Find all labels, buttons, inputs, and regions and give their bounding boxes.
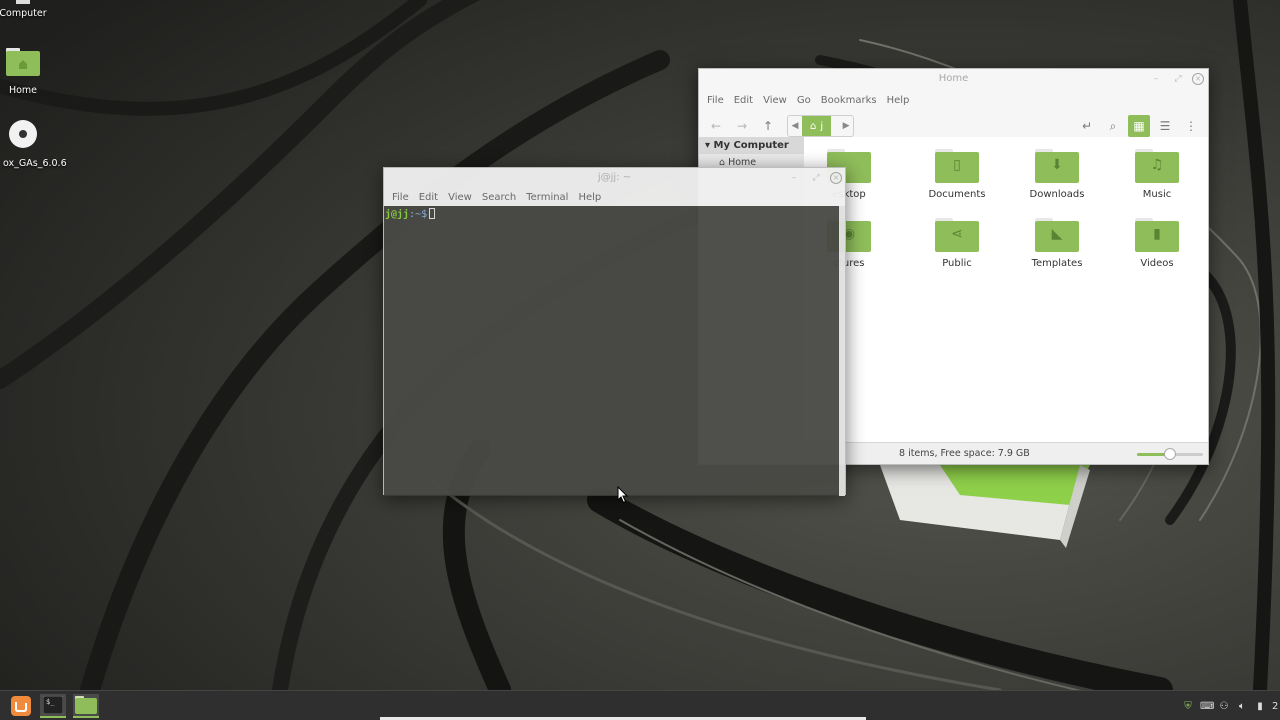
breadcrumb-label: j — [820, 120, 824, 132]
menu-help[interactable]: Help — [882, 95, 915, 106]
maximize-button[interactable]: ⤢ — [1170, 71, 1186, 87]
folder-label: Downloads — [1029, 189, 1085, 200]
minimize-button[interactable]: – — [1148, 71, 1164, 87]
file-manager-titlebar[interactable]: Home – ⤢ × — [699, 69, 1208, 89]
shield-icon[interactable]: ⛨ — [1182, 701, 1194, 712]
system-tray: ⛨ ⌨ ⚇ 🔈︎ ▮ 2 — [1182, 691, 1280, 720]
prompt-user: j@jj — [385, 209, 410, 220]
folder-view: esktop ▯ Documents ⬇ Downloads ♫ Music ◉… — [804, 137, 1208, 444]
maximize-button[interactable]: ⤢ — [808, 170, 824, 186]
clock[interactable]: 2 — [1272, 701, 1278, 712]
terminal-console[interactable]: j@jj:~$ — [384, 206, 841, 496]
zoom-slider-handle[interactable] — [1164, 448, 1176, 460]
up-icon[interactable]: ↑ — [757, 115, 779, 137]
menu-view[interactable]: View — [443, 192, 477, 203]
menu-button[interactable] — [8, 694, 34, 718]
folder-label: Templates — [1031, 258, 1083, 269]
menu-edit[interactable]: Edit — [729, 95, 758, 106]
menu-file[interactable]: File — [702, 95, 729, 106]
menu-edit[interactable]: Edit — [414, 192, 443, 203]
collapse-icon: ▾ — [705, 140, 711, 151]
breadcrumb-right-icon[interactable]: ▶ — [839, 121, 853, 131]
svg-text:$_: $_ — [46, 698, 55, 706]
back-icon[interactable]: ← — [705, 115, 727, 137]
menu-help[interactable]: Help — [573, 192, 606, 203]
search-icon[interactable]: ⌕ — [1102, 115, 1124, 137]
folder-icon — [75, 696, 97, 714]
taskbar-files[interactable] — [73, 694, 99, 718]
prompt-path: :~$ — [409, 209, 428, 220]
file-manager-menubar: File Edit View Go Bookmarks Help — [699, 89, 1208, 111]
menu-go[interactable]: Go — [792, 95, 816, 106]
optical-disc-icon — [9, 120, 37, 148]
music-folder-icon: ♫ — [1135, 149, 1179, 183]
taskbar: $_ ⛨ ⌨ ⚇ 🔈︎ ▮ 2 — [0, 690, 1280, 720]
videos-folder-icon: ▮ — [1135, 218, 1179, 252]
folder-label: Documents — [928, 189, 986, 200]
folder-documents[interactable]: ▯ Documents — [912, 149, 1002, 200]
folder-downloads[interactable]: ⬇ Downloads — [1012, 149, 1102, 200]
terminal-window: j@jj: ~ – ⤢ × File Edit View Search Term… — [383, 167, 846, 496]
home-folder-icon — [6, 48, 40, 76]
breadcrumb-left-icon[interactable]: ◀ — [788, 121, 802, 131]
computer-icon — [16, 0, 30, 4]
mouse-pointer-icon — [617, 486, 629, 504]
window-title: Home — [938, 73, 969, 84]
keyboard-layout-icon[interactable]: ⌨ — [1200, 701, 1214, 712]
zoom-slider[interactable] — [1137, 448, 1203, 460]
minimize-button[interactable]: – — [786, 170, 802, 186]
close-button[interactable]: × — [1192, 73, 1204, 85]
folder-templates[interactable]: ◣ Templates — [1012, 218, 1102, 269]
desktop-icon-label: Computer — [0, 8, 47, 19]
breadcrumb: ◀ ⌂ j ▶ — [787, 115, 855, 137]
terminal-scrollbar[interactable] — [839, 206, 845, 496]
forward-icon[interactable]: → — [731, 115, 753, 137]
menu-bookmarks[interactable]: Bookmarks — [816, 95, 882, 106]
taskbar-terminal[interactable]: $_ — [40, 694, 66, 718]
folder-music[interactable]: ♫ Music — [1112, 149, 1202, 200]
documents-folder-icon: ▯ — [935, 149, 979, 183]
compact-view-icon[interactable]: ⋮ — [1180, 115, 1202, 137]
text-cursor — [429, 208, 436, 219]
status-text: 8 items, Free space: 7.9 GB — [899, 448, 1030, 459]
folder-label: Videos — [1140, 258, 1174, 269]
folder-videos[interactable]: ▮ Videos — [1112, 218, 1202, 269]
folder-public[interactable]: ⋖ Public — [912, 218, 1002, 269]
desktop-icon-disc[interactable]: ox_GAs_6.0.6 — [0, 119, 67, 169]
terminal-menubar: File Edit View Search Terminal Help — [384, 188, 845, 206]
list-view-icon[interactable]: ☰ — [1154, 115, 1176, 137]
volume-icon[interactable]: 🔈︎ — [1236, 701, 1248, 712]
terminal-icon: $_ — [43, 696, 63, 714]
window-title: j@jj: ~ — [597, 172, 632, 183]
sidebar-heading[interactable]: ▾ My Computer — [699, 137, 804, 154]
menu-file[interactable]: File — [387, 192, 414, 203]
desktop-icon-computer[interactable]: Computer — [0, 0, 63, 19]
network-icon[interactable]: ⚇ — [1218, 701, 1230, 712]
templates-folder-icon: ◣ — [1035, 218, 1079, 252]
desktop-icon-home[interactable]: Home — [0, 48, 63, 96]
terminal-titlebar[interactable]: j@jj: ~ – ⤢ × — [384, 168, 845, 188]
downloads-folder-icon: ⬇ — [1035, 149, 1079, 183]
folder-label: Public — [942, 258, 972, 269]
home-icon: ⌂ — [810, 120, 817, 132]
public-folder-icon: ⋖ — [935, 218, 979, 252]
desktop-icon-label: ox_GAs_6.0.6 — [3, 158, 67, 169]
menu-terminal[interactable]: Terminal — [521, 192, 573, 203]
folder-label: Music — [1142, 189, 1172, 200]
icon-view-icon[interactable]: ▦ — [1128, 115, 1150, 137]
menu-search[interactable]: Search — [477, 192, 521, 203]
toggle-location-icon[interactable]: ↵ — [1076, 115, 1098, 137]
menu-view[interactable]: View — [758, 95, 792, 106]
close-button[interactable]: × — [830, 172, 842, 184]
mint-menu-icon — [11, 696, 31, 716]
desktop-icon-label: Home — [8, 85, 38, 96]
battery-icon[interactable]: ▮ — [1254, 701, 1266, 712]
breadcrumb-home[interactable]: ⌂ j — [802, 116, 832, 136]
